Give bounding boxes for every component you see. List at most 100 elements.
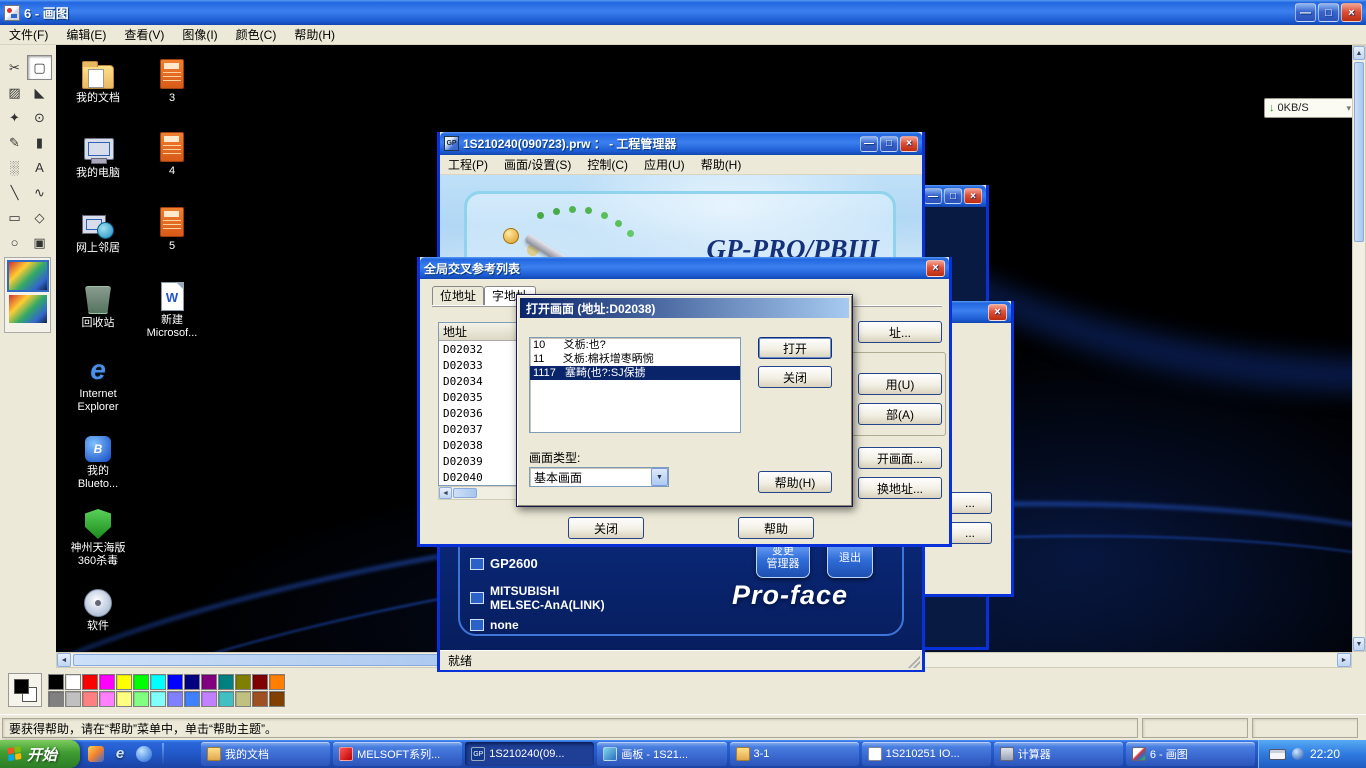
color-swatch[interactable]: [218, 691, 234, 707]
tab-bit-address[interactable]: 位地址: [432, 286, 484, 306]
quicklaunch-sphere-icon[interactable]: [136, 746, 152, 762]
desktop-icon-bluetooth[interactable]: B 我的 Blueto...: [60, 428, 136, 491]
tool-rect-select[interactable]: ▢: [27, 55, 52, 80]
maximize-button[interactable]: □: [1318, 3, 1339, 22]
color-swatch[interactable]: [116, 674, 132, 690]
task-calculator[interactable]: 计算器: [994, 742, 1123, 766]
tool-magnifier[interactable]: ⊙: [27, 105, 52, 130]
color-swatch[interactable]: [150, 674, 166, 690]
tool-rounded-rectangle[interactable]: ▣: [27, 230, 52, 255]
scroll-left-arrow[interactable]: ◄: [439, 487, 452, 499]
scroll-left-arrow[interactable]: ◄: [57, 653, 71, 667]
color-swatch[interactable]: [269, 691, 285, 707]
table-horizontal-scrollbar[interactable]: ◄: [438, 486, 524, 500]
desktop-icon-my-documents[interactable]: 我的文档: [60, 55, 136, 105]
list-item-selected[interactable]: 1117 塞畸(也?:SJ保掳: [530, 366, 740, 380]
color-swatch[interactable]: [133, 691, 149, 707]
tray-status-icon[interactable]: [1292, 748, 1304, 760]
input-method-icon[interactable]: [1269, 749, 1286, 760]
color-swatch[interactable]: [218, 674, 234, 690]
scroll-up-arrow[interactable]: ▲: [1353, 46, 1365, 60]
apply-button[interactable]: 用(U): [858, 373, 942, 395]
close-button[interactable]: ×: [1341, 3, 1362, 22]
tool-ellipse[interactable]: ○: [2, 230, 27, 255]
task-board[interactable]: 画板 - 1S21...: [597, 742, 726, 766]
table-row[interactable]: D02034: [439, 373, 523, 389]
close-button[interactable]: 关闭: [758, 366, 832, 388]
color-swatch[interactable]: [201, 691, 217, 707]
color-swatch[interactable]: [184, 691, 200, 707]
close-icon[interactable]: ×: [926, 260, 945, 277]
screen-list[interactable]: 10 爻栃:也? 11 爻栃:棉袄增枣昞惋 1117 塞畸(也?:SJ保掳: [529, 337, 741, 433]
tool-brush[interactable]: ▮: [27, 130, 52, 155]
scroll-right-arrow[interactable]: ►: [1337, 653, 1351, 667]
table-row[interactable]: D02036: [439, 405, 523, 421]
desktop-icon-4[interactable]: 4: [134, 128, 210, 178]
list-item[interactable]: 10 爻栃:也?: [530, 338, 740, 352]
option-transparent-selection[interactable]: [9, 295, 47, 323]
desktop-icon-recycle-bin[interactable]: 回收站: [60, 280, 136, 330]
color-swatch[interactable]: [150, 691, 166, 707]
vertical-scrollbar[interactable]: ▲ ▼: [1352, 45, 1366, 652]
open-screen-button[interactable]: 开画面...: [858, 447, 942, 469]
menu-project[interactable]: 工程(P): [440, 154, 496, 175]
net-speed-widget[interactable]: ↓ 0KB/S ▾: [1264, 98, 1352, 118]
resize-grip[interactable]: [908, 656, 920, 668]
close-button[interactable]: ×: [964, 188, 982, 204]
task-melsoft[interactable]: MELSOFT系列...: [333, 742, 462, 766]
menu-control[interactable]: 控制(C): [579, 154, 636, 175]
table-row[interactable]: D02037: [439, 421, 523, 437]
browse-button[interactable]: ...: [948, 522, 992, 544]
menu-image[interactable]: 图像(I): [173, 24, 226, 45]
menu-colors[interactable]: 颜色(C): [227, 24, 286, 45]
color-swatch[interactable]: [235, 691, 251, 707]
browse-button[interactable]: ...: [948, 492, 992, 514]
task-my-documents[interactable]: 我的文档: [201, 742, 330, 766]
color-swatch[interactable]: [167, 674, 183, 690]
color-swatch[interactable]: [116, 691, 132, 707]
base-address-button[interactable]: 址...: [858, 321, 942, 343]
maximize-button[interactable]: □: [880, 136, 898, 152]
menu-view[interactable]: 查看(V): [115, 24, 173, 45]
help-button[interactable]: 帮助(H): [758, 471, 832, 493]
clock[interactable]: 22:20: [1310, 747, 1340, 761]
menu-help[interactable]: 帮助(H): [693, 154, 750, 175]
table-row[interactable]: D02033: [439, 357, 523, 373]
menu-file[interactable]: 文件(F): [0, 24, 57, 45]
address-table[interactable]: 地址 D02032 D02033 D02034 D02035 D02036 D0…: [438, 322, 524, 486]
maximize-button[interactable]: □: [944, 188, 962, 204]
color-swatch[interactable]: [269, 674, 285, 690]
desktop-icon-my-computer[interactable]: 我的电脑: [60, 130, 136, 180]
task-1s210240[interactable]: GP 1S210240(09...: [465, 742, 594, 766]
tool-polygon[interactable]: ◇: [27, 205, 52, 230]
menu-edit[interactable]: 编辑(E): [57, 24, 115, 45]
list-item[interactable]: 11 爻栃:棉袄增枣昞惋: [530, 352, 740, 366]
quicklaunch-app-icon[interactable]: [88, 746, 104, 762]
close-icon[interactable]: ×: [988, 304, 1007, 321]
close-button[interactable]: 关闭: [568, 517, 644, 539]
color-swatch[interactable]: [82, 674, 98, 690]
table-row[interactable]: D02032: [439, 341, 523, 357]
task-1s210251[interactable]: 1S210251 IO...: [862, 742, 991, 766]
tool-pencil[interactable]: ✎: [2, 130, 27, 155]
task-paint[interactable]: 6 - 画图: [1126, 742, 1255, 766]
color-swatch[interactable]: [184, 674, 200, 690]
color-swatch[interactable]: [48, 691, 64, 707]
desktop-icon-internet-explorer[interactable]: e Internet Explorer: [60, 351, 136, 414]
option-opaque-selection[interactable]: [9, 262, 47, 290]
all-button[interactable]: 部(A): [858, 403, 942, 425]
address-column-header[interactable]: 地址: [439, 323, 523, 341]
tool-curve[interactable]: ∿: [27, 180, 52, 205]
color-swatch[interactable]: [252, 691, 268, 707]
minimize-button[interactable]: —: [924, 188, 942, 204]
desktop-icon-new-word-doc[interactable]: W 新建 Microsof...: [134, 277, 210, 340]
scroll-thumb[interactable]: [1354, 62, 1364, 242]
cross-reference-titlebar[interactable]: 全局交叉参考列表 ×: [420, 257, 949, 279]
desktop-icon-software[interactable]: 软件: [60, 583, 136, 633]
color-swatch[interactable]: [65, 674, 81, 690]
help-button[interactable]: 帮助: [738, 517, 814, 539]
tool-color-picker[interactable]: ✦: [2, 105, 27, 130]
screen-type-combobox[interactable]: 基本画面 ▼: [529, 467, 669, 487]
color-swatch[interactable]: [65, 691, 81, 707]
scroll-down-arrow[interactable]: ▼: [1353, 637, 1365, 651]
